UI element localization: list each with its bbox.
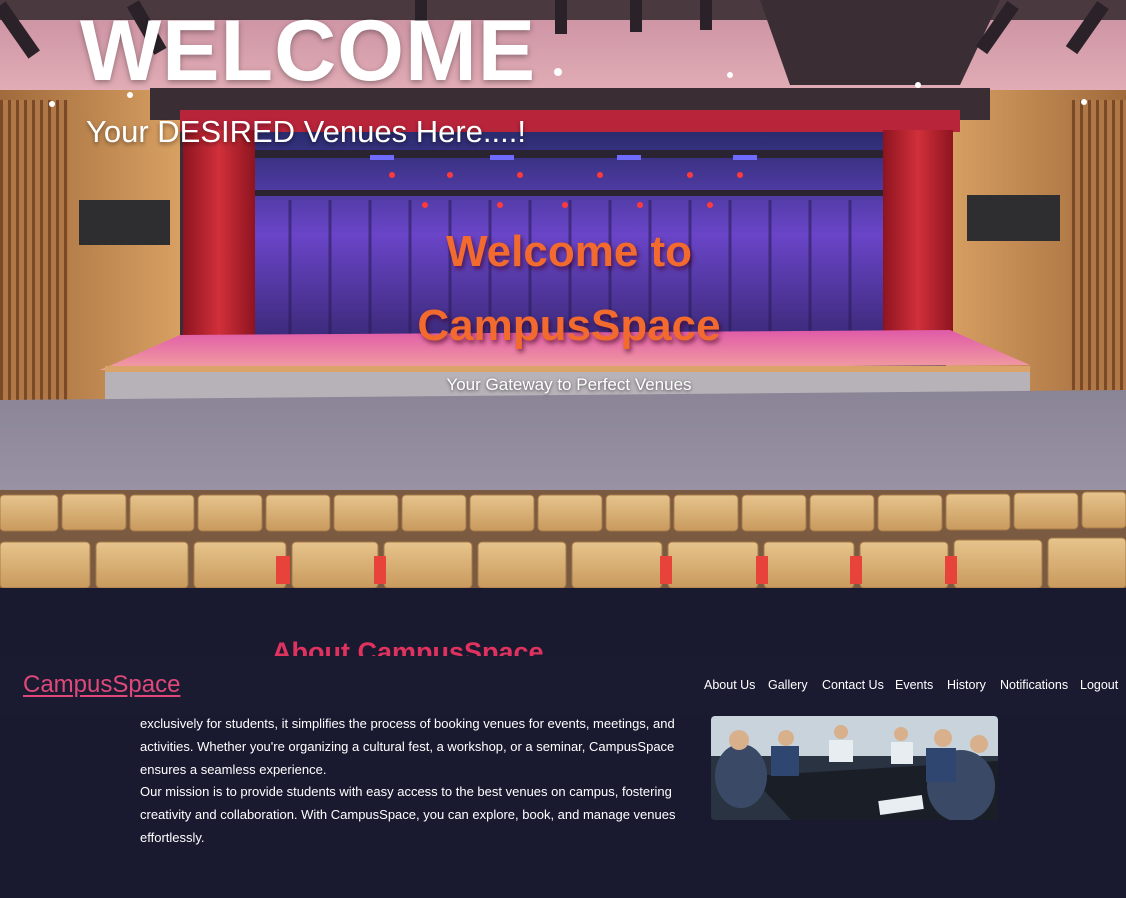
nav-logout[interactable]: Logout	[1080, 679, 1118, 692]
hero-title-line2: CampusSpace	[417, 301, 721, 350]
nav-events[interactable]: Events	[895, 679, 933, 692]
nav-about-us[interactable]: About Us	[704, 679, 755, 692]
meeting-photo	[711, 716, 998, 820]
meeting-photo-image	[711, 716, 998, 820]
nav-notifications[interactable]: Notifications	[1000, 679, 1068, 692]
hero-tagline: Your Gateway to Perfect Venues	[446, 375, 692, 394]
about-paragraph-2: Our mission is to provide students with …	[140, 784, 676, 845]
welcome-subheading: Your DESIRED Venues Here....!	[86, 114, 526, 149]
welcome-heading: WELCOME	[80, 3, 537, 99]
brand-logo-link[interactable]: CampusSpace	[23, 673, 180, 697]
about-heading: About CampusSpace	[272, 639, 544, 656]
nav-gallery[interactable]: Gallery	[768, 679, 808, 692]
hero-banner: WELCOME Your DESIRED Venues Here....! We…	[0, 0, 1126, 588]
about-description: exclusively for students, it simplifies …	[140, 713, 680, 850]
nav-contact-us[interactable]: Contact Us	[822, 679, 884, 692]
hero-title-line1: Welcome to	[445, 227, 693, 276]
nav-history[interactable]: History	[947, 679, 986, 692]
about-paragraph-1: exclusively for students, it simplifies …	[140, 716, 675, 777]
